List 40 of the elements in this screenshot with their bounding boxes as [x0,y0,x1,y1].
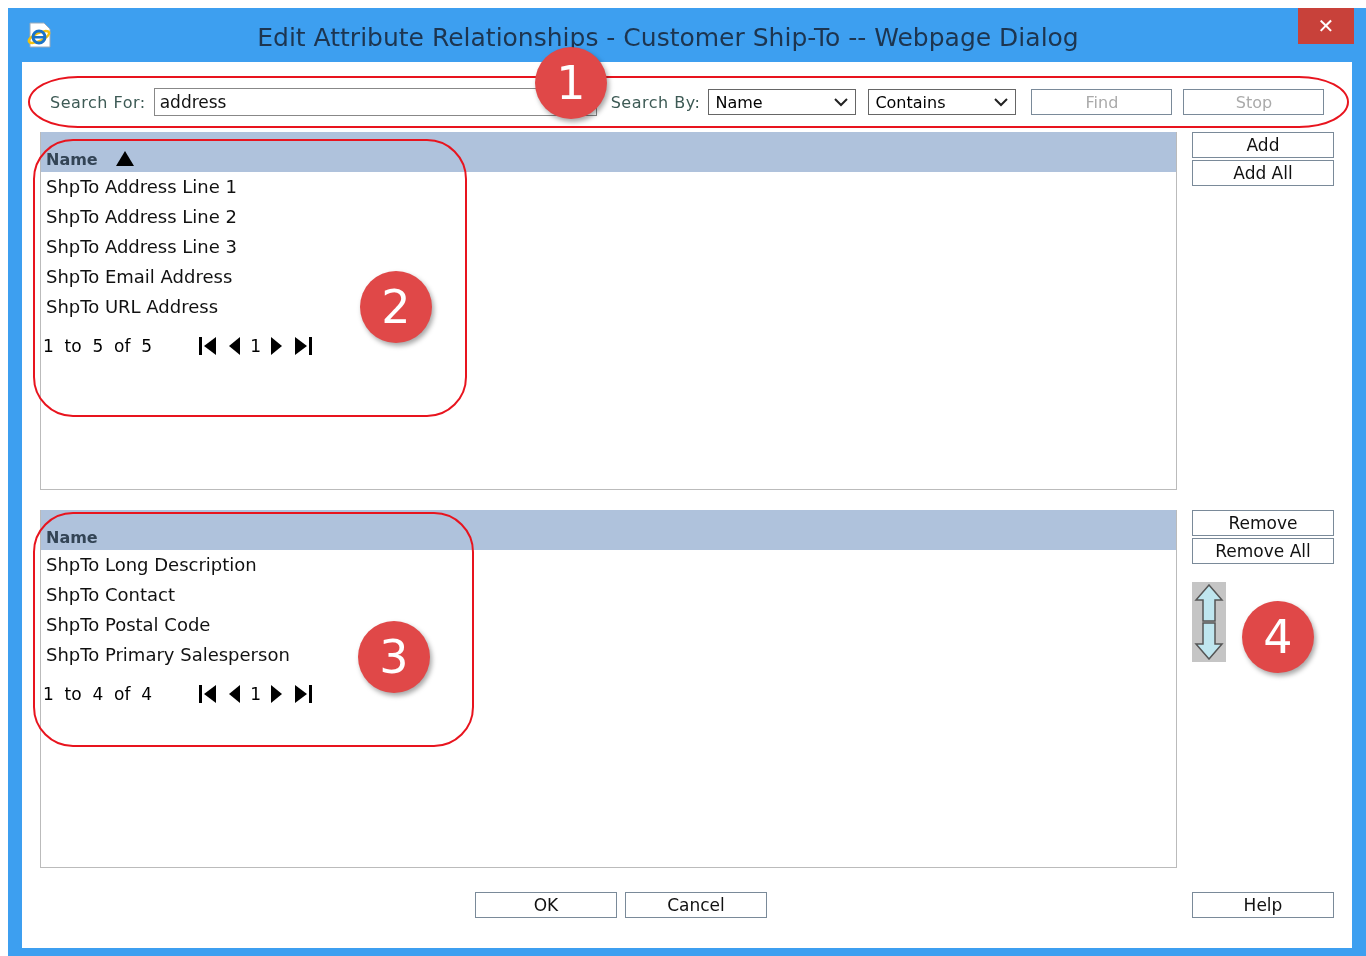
chevron-down-icon [993,97,1010,107]
list-item[interactable]: ShpTo URL Address [41,292,219,322]
list-item[interactable]: ShpTo Primary Salesperson [41,640,290,670]
ok-button[interactable]: OK [475,892,617,918]
page-range: 1 to 4 of 4 [43,684,153,704]
match-dropdown[interactable]: Contains [868,89,1017,115]
down-arrow-icon[interactable] [1194,622,1224,660]
column-header[interactable]: Name [41,132,1176,172]
next-page-icon[interactable] [270,684,283,704]
list-item[interactable]: ShpTo Address Line 1 [41,172,238,202]
first-page-icon[interactable] [198,336,219,356]
list-item[interactable]: ShpTo Address Line 2 [41,202,238,232]
next-page-icon[interactable] [270,336,283,356]
list-item[interactable]: ShpTo Contact [41,580,175,610]
column-header[interactable]: Name [41,510,1176,550]
list-item[interactable]: ShpTo Long Description [41,550,257,580]
page-number: 1 [250,684,261,704]
help-button[interactable]: Help [1192,892,1334,918]
close-button[interactable]: ✕ [1298,8,1354,44]
previous-page-icon[interactable] [228,684,241,704]
page-number: 1 [250,336,261,356]
page-range: 1 to 5 of 5 [43,336,153,356]
list-item[interactable]: ShpTo Address Line 3 [41,232,238,262]
add-button[interactable]: Add [1192,132,1334,158]
first-page-icon[interactable] [198,684,219,704]
remove-button[interactable]: Remove [1192,510,1334,536]
search-label: Search For: [50,92,146,112]
chevron-down-icon [833,97,850,107]
remove-button[interactable]: Remove All [1192,538,1334,564]
list-item[interactable]: ShpTo Email Address [41,262,233,292]
list-item[interactable]: ShpTo Postal Code [41,610,211,640]
search-by-dropdown[interactable]: Name [708,89,857,115]
previous-page-icon[interactable] [228,336,241,356]
sort-ascending-icon [115,151,134,166]
search-by-label: Search By: [610,92,701,112]
last-page-icon[interactable] [292,336,313,356]
last-page-icon[interactable] [292,684,313,704]
cancel-button[interactable]: Cancel [625,892,767,918]
up-arrow-icon[interactable] [1194,584,1224,622]
add-button[interactable]: Add All [1192,160,1334,186]
